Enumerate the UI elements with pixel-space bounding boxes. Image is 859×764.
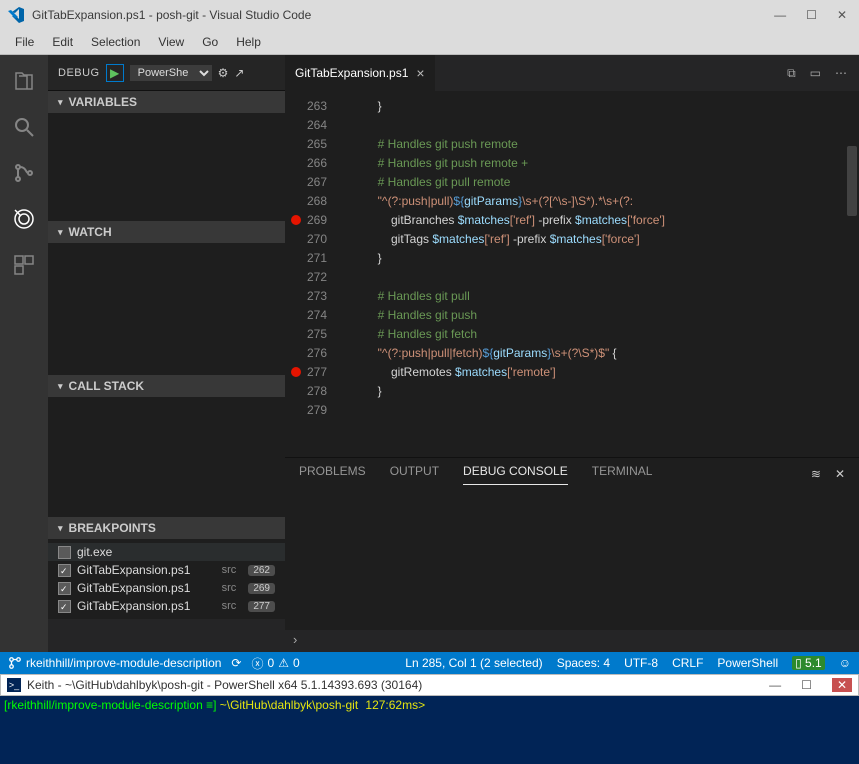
breakpoints-header[interactable]: ▾BREAKPOINTS <box>48 517 285 539</box>
tab-output[interactable]: OUTPUT <box>390 464 439 484</box>
window-controls: — ☐ ✕ <box>774 8 847 22</box>
activity-bar <box>0 55 48 652</box>
checkbox-icon[interactable] <box>58 564 71 577</box>
editor-layout-icon[interactable]: ▭ <box>810 66 821 81</box>
tab-active[interactable]: GitTabExpansion.ps1 × <box>285 55 435 91</box>
extensions-icon[interactable] <box>10 251 38 279</box>
callstack-body <box>48 397 285 517</box>
powershell-window-title: Keith - ~\GitHub\dahlbyk\posh-git - Powe… <box>27 678 422 692</box>
tab-terminal[interactable]: TERMINAL <box>592 464 653 484</box>
status-problems[interactable]: ⓧ0 ⚠0 <box>251 655 299 672</box>
start-debug-button[interactable]: ▶ <box>106 64 124 82</box>
bottom-panel: PROBLEMS OUTPUT DEBUG CONSOLE TERMINAL ≋… <box>285 457 859 652</box>
breakpoints-body: git.exeGitTabExpansion.ps1src262GitTabEx… <box>48 539 285 619</box>
debug-sidebar: DEBUG ▶ PowerShe ⚙ ↗ ▾VARIABLES ▾WATCH ▾… <box>48 55 285 652</box>
gear-icon[interactable]: ⚙ <box>218 66 229 80</box>
debug-config-select[interactable]: PowerShe <box>130 65 212 81</box>
debug-label: DEBUG <box>58 67 100 79</box>
clear-console-icon[interactable]: ≋ <box>811 467 821 481</box>
code-editor[interactable]: 2632642652662672682692702712722732742752… <box>285 91 859 457</box>
menu-go[interactable]: Go <box>195 33 225 51</box>
debug-console-body[interactable] <box>285 490 859 630</box>
variables-body <box>48 113 285 221</box>
menubar: File Edit Selection View Go Help <box>0 30 859 55</box>
status-spaces[interactable]: Spaces: 4 <box>557 656 610 670</box>
scm-icon[interactable] <box>10 159 38 187</box>
powershell-terminal[interactable]: [rkeithhill/improve-module-description ≡… <box>0 696 859 764</box>
bp-name: git.exe <box>77 545 112 559</box>
status-lncol[interactable]: Ln 285, Col 1 (2 selected) <box>405 656 542 670</box>
editor-area: GitTabExpansion.ps1 × ⧉ ▭ ⋯ 263264265266… <box>285 55 859 652</box>
menu-selection[interactable]: Selection <box>84 33 147 51</box>
menu-file[interactable]: File <box>8 33 41 51</box>
ps-close-icon[interactable]: ✕ <box>832 678 852 692</box>
explorer-icon[interactable] <box>10 67 38 95</box>
status-encoding[interactable]: UTF-8 <box>624 656 658 670</box>
bp-line: 269 <box>248 583 275 594</box>
status-feedback-icon[interactable]: ☺ <box>839 656 851 670</box>
main-area: DEBUG ▶ PowerShe ⚙ ↗ ▾VARIABLES ▾WATCH ▾… <box>0 55 859 652</box>
checkbox-icon[interactable] <box>58 582 71 595</box>
more-icon[interactable]: ⋯ <box>835 66 847 81</box>
search-icon[interactable] <box>10 113 38 141</box>
sync-icon[interactable]: ⟳ <box>231 656 241 670</box>
ps-minimize-icon[interactable]: — <box>769 678 781 692</box>
callstack-header[interactable]: ▾CALL STACK <box>48 375 285 397</box>
status-lang[interactable]: PowerShell <box>717 656 778 670</box>
bp-name: GitTabExpansion.ps1 <box>77 599 190 613</box>
close-panel-icon[interactable]: ✕ <box>835 467 845 481</box>
breakpoint-dot-icon[interactable] <box>291 367 301 377</box>
powershell-window-titlebar: >_ Keith - ~\GitHub\dahlbyk\posh-git - P… <box>0 674 859 696</box>
debug-header: DEBUG ▶ PowerShe ⚙ ↗ <box>48 55 285 91</box>
bp-line: 277 <box>248 601 275 612</box>
menu-view[interactable]: View <box>151 33 191 51</box>
tab-problems[interactable]: PROBLEMS <box>299 464 366 484</box>
debug-console-input[interactable]: › <box>285 630 859 652</box>
bp-src: src <box>222 582 237 594</box>
breakpoint-dot-icon[interactable] <box>291 215 301 225</box>
window-title: GitTabExpansion.ps1 - posh-git - Visual … <box>32 8 774 22</box>
bp-name: GitTabExpansion.ps1 <box>77 563 190 577</box>
status-eol[interactable]: CRLF <box>672 656 703 670</box>
checkbox-icon[interactable] <box>58 546 71 559</box>
close-icon[interactable]: ✕ <box>837 8 847 22</box>
watch-header[interactable]: ▾WATCH <box>48 221 285 243</box>
editor-tabbar: GitTabExpansion.ps1 × ⧉ ▭ ⋯ <box>285 55 859 91</box>
vscode-icon <box>8 7 24 23</box>
maximize-icon[interactable]: ☐ <box>806 8 817 22</box>
ps-maximize-icon[interactable]: ☐ <box>801 678 812 692</box>
breakpoint-item[interactable]: GitTabExpansion.ps1 src 262 <box>48 561 285 579</box>
variables-header[interactable]: ▾VARIABLES <box>48 91 285 113</box>
window-titlebar: GitTabExpansion.ps1 - posh-git - Visual … <box>0 0 859 30</box>
menu-help[interactable]: Help <box>229 33 268 51</box>
panel-tabs: PROBLEMS OUTPUT DEBUG CONSOLE TERMINAL ≋… <box>285 458 859 490</box>
status-psver[interactable]: ▯ 5.1 <box>792 656 825 670</box>
split-editor-icon[interactable]: ⧉ <box>787 66 796 81</box>
open-launch-icon[interactable]: ↗ <box>234 66 244 80</box>
statusbar: rkeithhill/improve-module-description ⟳ … <box>0 652 859 674</box>
editor-scrollbar[interactable] <box>845 91 859 457</box>
minimize-icon[interactable]: — <box>774 8 786 22</box>
tab-debug-console[interactable]: DEBUG CONSOLE <box>463 464 568 485</box>
checkbox-icon[interactable] <box>58 600 71 613</box>
breakpoint-item[interactable]: GitTabExpansion.ps1 src 277 <box>48 597 285 615</box>
bp-src: src <box>222 600 237 612</box>
bp-src: src <box>222 564 237 576</box>
tab-close-icon[interactable]: × <box>416 65 424 81</box>
breakpoint-item[interactable]: git.exe <box>48 543 285 561</box>
tab-title: GitTabExpansion.ps1 <box>295 66 408 80</box>
menu-edit[interactable]: Edit <box>45 33 80 51</box>
bp-line: 262 <box>248 565 275 576</box>
breakpoint-item[interactable]: GitTabExpansion.ps1 src 269 <box>48 579 285 597</box>
status-branch[interactable]: rkeithhill/improve-module-description <box>8 656 221 670</box>
powershell-icon: >_ <box>7 678 21 692</box>
bp-name: GitTabExpansion.ps1 <box>77 581 190 595</box>
debug-icon[interactable] <box>10 205 38 233</box>
watch-body <box>48 243 285 375</box>
